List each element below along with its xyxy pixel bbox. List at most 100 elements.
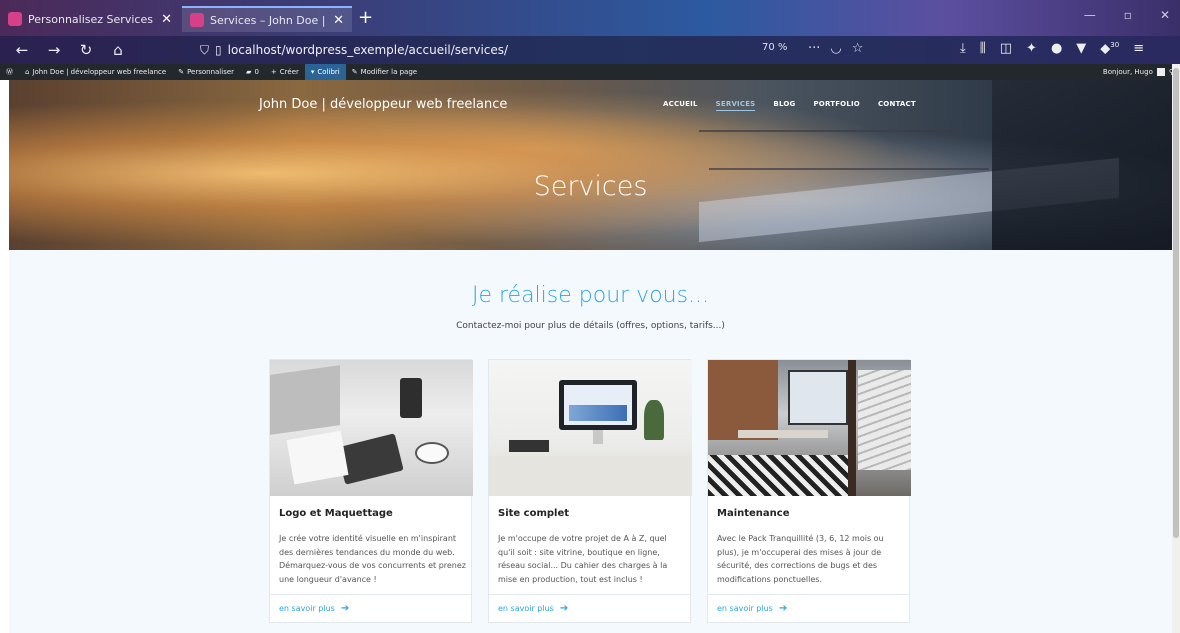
close-tab-icon[interactable]: ✕ bbox=[161, 12, 172, 27]
customize-label: Personnaliser bbox=[187, 68, 235, 76]
edit-page-label: Modifier la page bbox=[360, 68, 418, 76]
service-card: Site complet Je m'occupe de votre projet… bbox=[488, 359, 692, 623]
vue-devtools-icon[interactable]: ▼ bbox=[1076, 41, 1086, 56]
pocket-icon[interactable]: ◡ bbox=[830, 41, 841, 56]
card-description: Je crée votre identité visuelle en m'ins… bbox=[279, 534, 466, 584]
service-card: Logo et Maquettage Je crée votre identit… bbox=[269, 359, 473, 623]
hero-background-bridge bbox=[709, 168, 989, 170]
card-title: Logo et Maquettage bbox=[279, 508, 393, 519]
wp-admin-bar: Ⓦ ⌂ John Doe | développeur web freelance… bbox=[0, 64, 1180, 80]
colibri-link[interactable]: ▾ Colibri bbox=[304, 64, 346, 80]
monitor-stand-shape bbox=[593, 430, 603, 444]
page-scrollbar[interactable] bbox=[1172, 64, 1180, 633]
read-more-label: en savoir plus bbox=[279, 604, 335, 613]
tab-title: Services – John Doe | développ bbox=[210, 13, 327, 27]
read-more-label: en savoir plus bbox=[717, 604, 773, 613]
toolbar-icons: ⤓ ⫼ ◫ ✦ ● ▼ ◆30 ≡ bbox=[960, 41, 1144, 56]
scrollbar-thumb[interactable] bbox=[1173, 68, 1179, 538]
menu-item-blog[interactable]: BLOG bbox=[773, 100, 795, 111]
minimize-icon[interactable]: — bbox=[1084, 8, 1096, 22]
tab-title: Personnalisez Services – John D bbox=[28, 12, 155, 26]
edit-page-link[interactable]: ✎ Modifier la page bbox=[346, 64, 423, 80]
brush-icon: ✎ bbox=[178, 68, 185, 76]
comments-link[interactable]: ▰ 0 bbox=[240, 64, 265, 80]
admin-site-link[interactable]: ⌂ John Doe | développeur web freelance bbox=[19, 64, 172, 80]
url-actions: ··· ◡ ☆ bbox=[808, 41, 863, 56]
hero-background-city bbox=[992, 80, 1172, 250]
services-section: Je réalise pour vous... Contactez-moi po… bbox=[9, 250, 1172, 633]
hero-section: John Doe | développeur web freelance ACC… bbox=[9, 80, 1172, 250]
notebook-shape bbox=[286, 430, 349, 485]
card-description: Je m'occupe de votre projet de A à Z, qu… bbox=[498, 534, 668, 584]
site-title[interactable]: John Doe | développeur web freelance bbox=[259, 97, 507, 112]
menu-icon[interactable]: ≡ bbox=[1133, 41, 1144, 56]
address-bar[interactable]: ⛉ ▯ localhost/wordpress_exemple/accueil/… bbox=[200, 40, 740, 60]
bookmark-star-icon[interactable]: ☆ bbox=[852, 41, 864, 56]
browser-tab-bar: Personnalisez Services – John D ✕ Servic… bbox=[0, 0, 1180, 36]
more-actions-icon[interactable]: ··· bbox=[808, 41, 820, 56]
back-icon[interactable]: ← bbox=[12, 41, 32, 59]
browser-tab-active[interactable]: Services – John Doe | développ ✕ bbox=[182, 6, 352, 32]
forward-icon[interactable]: → bbox=[44, 41, 64, 59]
greeting-text: Bonjour, Hugo bbox=[1102, 68, 1153, 76]
reload-icon[interactable]: ↻ bbox=[76, 41, 96, 59]
site-favicon-icon bbox=[8, 12, 22, 26]
extension-icon[interactable]: ● bbox=[1051, 41, 1062, 56]
sidebar-icon[interactable]: ◫ bbox=[1000, 41, 1012, 56]
plant-shape bbox=[644, 400, 664, 440]
new-label: Créer bbox=[279, 68, 299, 76]
browser-tab[interactable]: Personnalisez Services – John D ✕ bbox=[0, 6, 180, 32]
extension-icon[interactable]: ◆30 bbox=[1100, 41, 1119, 56]
menu-item-contact[interactable]: CONTACT bbox=[878, 100, 916, 111]
shield-icon[interactable]: ⛉ bbox=[200, 43, 209, 58]
customize-link[interactable]: ✎ Personnaliser bbox=[172, 64, 240, 80]
card-image-desk-sketch bbox=[270, 360, 473, 496]
close-window-icon[interactable]: ✕ bbox=[1160, 8, 1170, 22]
extension-badge: 30 bbox=[1110, 41, 1120, 49]
download-icon[interactable]: ⤓ bbox=[960, 41, 966, 56]
library-icon[interactable]: ⫼ bbox=[980, 41, 986, 56]
home-icon: ⌂ bbox=[25, 68, 30, 76]
card-description: Avec le Pack Tranquillité (3, 6, 12 mois… bbox=[717, 534, 884, 584]
section-subline: Contactez-moi pour plus de détails (offr… bbox=[456, 321, 725, 331]
site-favicon-icon bbox=[190, 13, 204, 27]
card-image-office bbox=[708, 360, 911, 496]
card-footer: en savoir plus ➔ bbox=[708, 594, 909, 623]
chart-area-shape bbox=[569, 405, 627, 421]
staircase-shape bbox=[858, 370, 911, 470]
wordpress-logo-icon[interactable]: Ⓦ bbox=[0, 64, 19, 80]
zoom-level[interactable]: 70 % bbox=[762, 42, 787, 53]
menu-item-accueil[interactable]: ACCUEIL bbox=[663, 100, 698, 111]
page-title: Services bbox=[533, 171, 648, 202]
pencil-icon: ✎ bbox=[351, 68, 358, 76]
maximize-icon[interactable]: ▫ bbox=[1124, 8, 1132, 22]
arrow-right-icon: ➔ bbox=[340, 603, 350, 614]
menu-item-services[interactable]: SERVICES bbox=[715, 100, 756, 111]
tablet-shape bbox=[336, 433, 404, 485]
page-icon: ▯ bbox=[215, 43, 222, 57]
service-card: Maintenance Avec le Pack Tranquillité (3… bbox=[707, 359, 911, 623]
avatar bbox=[1156, 68, 1165, 76]
admin-account[interactable]: Bonjour, Hugo ⚲ bbox=[1103, 64, 1174, 80]
cup-shape bbox=[415, 442, 449, 464]
card-footer: en savoir plus ➔ bbox=[270, 594, 471, 623]
close-tab-icon[interactable]: ✕ bbox=[333, 13, 344, 28]
pillar-shape bbox=[848, 360, 856, 496]
new-content-link[interactable]: + Créer bbox=[265, 64, 305, 80]
colibri-label: Colibri bbox=[317, 68, 340, 76]
home-icon[interactable]: ⌂ bbox=[108, 41, 128, 59]
plus-icon: + bbox=[270, 68, 277, 76]
read-more-link[interactable]: en savoir plus ➔ bbox=[498, 603, 568, 614]
hero-background-bridge bbox=[699, 130, 959, 132]
section-headline: Je réalise pour vous... bbox=[471, 283, 710, 308]
read-more-link[interactable]: en savoir plus ➔ bbox=[279, 603, 349, 614]
keyboard-shape bbox=[509, 440, 549, 452]
menu-item-portfolio[interactable]: PORTFOLIO bbox=[813, 100, 859, 111]
read-more-link[interactable]: en savoir plus ➔ bbox=[717, 603, 787, 614]
new-tab-icon[interactable]: + bbox=[358, 7, 373, 28]
extension-icon[interactable]: ✦ bbox=[1026, 41, 1037, 56]
patterned-floor-shape bbox=[708, 455, 848, 496]
colibri-icon: ▾ bbox=[310, 68, 315, 76]
arrow-right-icon: ➔ bbox=[559, 603, 569, 614]
main-menu: ACCUEIL SERVICES BLOG PORTFOLIO CONTACT bbox=[663, 100, 916, 111]
